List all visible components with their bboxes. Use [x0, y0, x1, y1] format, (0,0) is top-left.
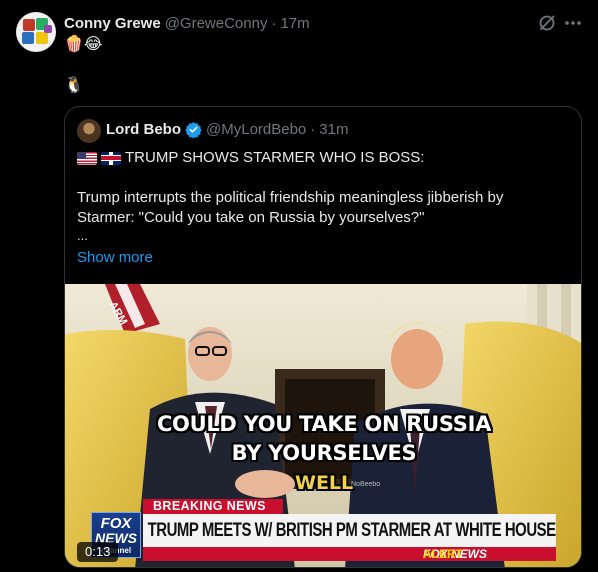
video-watermark: NoBeebo: [351, 481, 381, 488]
quoted-post-time[interactable]: 31m: [319, 121, 348, 138]
alert-label: ALERT: [423, 547, 463, 561]
author-avatar[interactable]: [16, 12, 56, 52]
post-header: Conny Grewe @GreweConny · 17m: [64, 13, 310, 33]
us-flag-icon: [77, 151, 97, 165]
avatar-tile: [44, 25, 52, 33]
quoted-author-handle[interactable]: @MyLordBebo: [206, 121, 306, 138]
grok-icon[interactable]: [537, 13, 557, 33]
post[interactable]: Conny Grewe @GreweConny · 17m 🍿😂 🐧 Lord …: [0, 0, 598, 572]
news-headline: TRUMP MEETS W/ BRITISH PM STARMER AT WHI…: [143, 514, 556, 547]
avatar-tile: [23, 19, 35, 31]
video-player[interactable]: ARM COULD YOU TAKE ON RUSSIA BY YOURSELV…: [65, 284, 581, 567]
video-caption-line: BY YOURSELVES: [231, 441, 417, 465]
video-caption-line: COULD YOU TAKE ON RUSSIA: [156, 412, 492, 436]
video-duration: 0:13: [77, 542, 119, 562]
news-lower-third: FOX NEWS channel BREAKING NEWS TRUMP MEE…: [91, 499, 556, 561]
author-name[interactable]: Conny Grewe: [64, 15, 161, 32]
quoted-headline: TRUMP SHOWS STARMER WHO IS BOSS:: [125, 149, 425, 166]
uk-flag-icon: [101, 151, 121, 165]
quoted-body-line: Starmer: "Could you take on Russia by yo…: [77, 209, 425, 226]
avatar-tile: [36, 32, 48, 44]
verified-badge-icon: [185, 122, 202, 138]
news-alert-bar: FOX NEWS ALERT: [143, 547, 556, 561]
post-text-line: 🍿😂: [64, 36, 103, 53]
quoted-headline-line: TRUMP SHOWS STARMER WHO IS BOSS:: [77, 148, 571, 168]
quoted-author-name[interactable]: Lord Bebo: [106, 121, 181, 138]
header-separator: ·: [271, 14, 277, 32]
quoted-ellipsis: ...: [77, 228, 88, 243]
breaking-news-label: BREAKING NEWS: [143, 499, 283, 514]
show-more-link[interactable]: Show more: [77, 248, 153, 268]
video-caption-word: WELL: [295, 472, 354, 494]
author-handle[interactable]: @GreweConny: [165, 15, 268, 32]
more-horizontal-icon[interactable]: [563, 13, 583, 33]
quoted-post[interactable]: Lord Bebo @MyLordBebo · 31m TRUMP SHOWS …: [64, 106, 582, 568]
header-separator: ·: [310, 121, 316, 138]
post-text-line: 🐧: [64, 77, 84, 94]
quoted-body-line: Trump interrupts the political friendshi…: [77, 189, 504, 206]
quoted-author-avatar[interactable]: [77, 119, 101, 143]
post-time[interactable]: 17m: [280, 15, 309, 32]
avatar-tile: [22, 32, 34, 44]
quoted-post-header: Lord Bebo @MyLordBebo · 31m: [106, 121, 348, 138]
